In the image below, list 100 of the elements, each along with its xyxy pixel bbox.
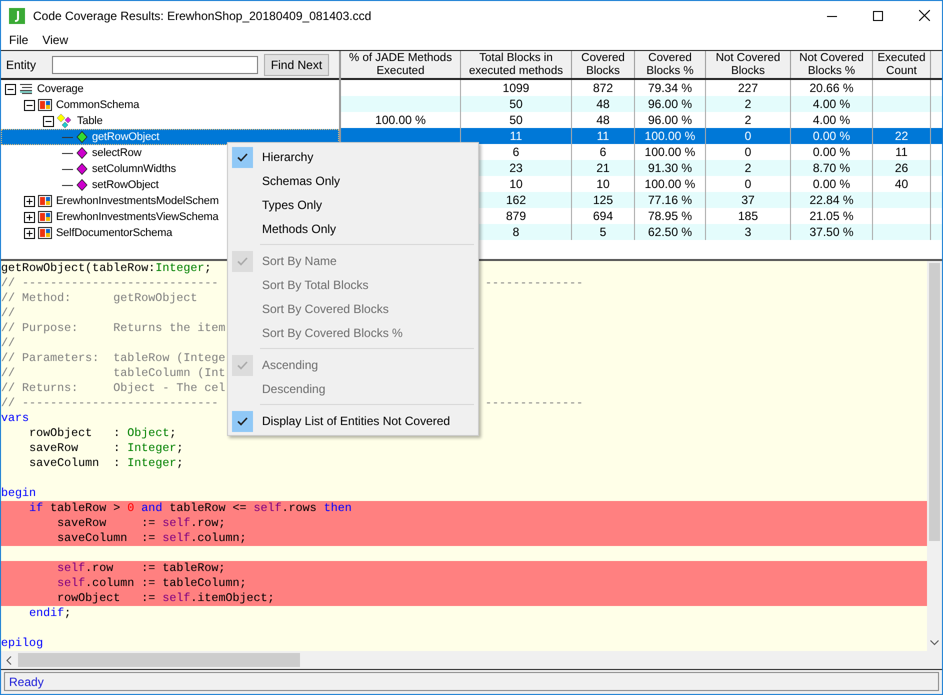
table-cell: 0 (744, 129, 752, 143)
column-header[interactable]: Total Blocks in executed methods (461, 51, 572, 78)
vertical-scrollbar[interactable] (927, 261, 942, 651)
column-header[interactable]: Executed Count (873, 51, 931, 78)
tree-item-label: selectRow (92, 147, 142, 159)
code-line: begin (1, 486, 36, 500)
table-cell: 879 (506, 209, 526, 223)
table-cell: 23 (509, 161, 523, 175)
table-cell: 0.00 % (812, 129, 850, 143)
table-cell: 50 (509, 97, 523, 111)
expander-icon[interactable] (5, 84, 16, 94)
expander-icon[interactable] (24, 212, 35, 222)
table-cell: 78.95 % (648, 209, 692, 223)
code-line: getRowObject(tableRow:Integer; (1, 261, 212, 275)
close-icon[interactable] (919, 10, 930, 21)
tree-item-label: Table (77, 115, 103, 127)
table-cell: 96.00 % (648, 97, 692, 111)
code-line: saveRow : Integer; (29, 441, 184, 455)
table-cell: 185 (738, 209, 758, 223)
table-cell: 2 (744, 113, 752, 127)
table-cell: 91.30 % (648, 161, 692, 175)
column-header[interactable]: % of JADE Methods Executed (341, 51, 461, 78)
scroll-thumb[interactable] (929, 263, 940, 541)
table-cell: 20.66 % (809, 81, 854, 95)
table-cell: 694 (592, 209, 614, 223)
table-cell: 11 (510, 129, 522, 143)
expander-icon[interactable] (24, 100, 35, 110)
checkmark-icon (237, 416, 248, 426)
scroll-left-icon[interactable] (6, 656, 12, 664)
column-header[interactable]: Not Covered Blocks (706, 51, 791, 78)
tree-row[interactable]: Coverage (1, 81, 339, 97)
code-line: // ---------------------------- (1, 276, 218, 290)
table-cell: 4.00 % (812, 97, 850, 111)
tree-item-label: Coverage (37, 83, 84, 95)
code-line: // tableColumn (Int (1, 366, 226, 380)
table-cell: 79.34 % (648, 81, 692, 95)
tree-row[interactable]: getRowObject (1, 129, 339, 145)
checkmark-icon (237, 152, 248, 162)
maximize-icon[interactable] (873, 10, 883, 20)
code-line: epilog (1, 636, 44, 650)
table-cell: 37 (741, 193, 755, 207)
menu-item[interactable]: Hierarchy (230, 145, 476, 169)
uncovered-code-line: saveRow := self.row; (57, 516, 226, 530)
column-header[interactable]: Not Covered Blocks % (791, 51, 873, 78)
app-icon (9, 8, 25, 24)
table-cell: 100.00 % (644, 129, 696, 143)
uncovered-code-line: if tableRow > 0 and tableRow <= self.rows then (29, 501, 352, 515)
table-cell: 11 (895, 145, 908, 159)
find-next-button[interactable]: Find Next (264, 54, 329, 76)
code-line: // ---------------------------- (1, 396, 218, 410)
table-cell: 77.16 % (648, 193, 692, 207)
tree-row[interactable]: CommonSchema (1, 97, 339, 113)
expander-icon[interactable] (43, 116, 54, 126)
table-cell: 872 (592, 81, 614, 95)
table-cell: 10 (596, 177, 610, 191)
table-cell: 10 (509, 177, 523, 191)
table-cell: 0 (744, 177, 752, 191)
table-cell: 21 (596, 161, 610, 175)
tree-item-label: setColumnWidths (92, 163, 176, 175)
entity-field[interactable] (52, 56, 258, 74)
table-cell: 1099 (502, 81, 530, 95)
table-cell: 22.84 % (809, 193, 854, 207)
table-cell: 100.00 % (644, 177, 696, 191)
entity-label: Entity (6, 58, 38, 72)
table-cell: 62.50 % (648, 225, 692, 239)
scroll-down-icon[interactable] (930, 640, 939, 646)
table-cell: 4.00 % (812, 113, 850, 127)
menu-item[interactable]: Types Only (230, 193, 476, 217)
tree-item-label: getRowObject (92, 131, 160, 143)
table-cell: 227 (738, 81, 758, 95)
expander-icon[interactable] (24, 228, 35, 238)
menu-item[interactable]: View (42, 33, 68, 47)
code-line: -------------- (484, 276, 584, 290)
table-cell: 96.00 % (648, 113, 692, 127)
code-line: saveColumn : Integer; (29, 456, 184, 470)
table-cell: 37.50 % (809, 225, 854, 239)
column-header[interactable]: Covered Blocks (572, 51, 635, 78)
column-header[interactable]: Covered Blocks % (635, 51, 706, 78)
code-line: rowObject : Object; (29, 426, 176, 440)
menu-item[interactable]: Methods Only (230, 217, 476, 241)
table-cell: 3 (744, 225, 752, 239)
code-line: // Parameters: tableRow (Intege (1, 351, 226, 365)
table-cell: 21.05 % (809, 209, 854, 223)
tree-row[interactable]: Table (1, 113, 339, 129)
tree-item-label: ErewhonInvestmentsModelSchem (56, 195, 219, 207)
expander-icon[interactable] (24, 196, 35, 206)
schema-icon (38, 99, 52, 111)
uncovered-code-line: saveColumn := self.column; (57, 531, 246, 545)
code-line: // (1, 306, 16, 320)
table-cell: 0.00 % (812, 145, 850, 159)
table-cell: 48 (596, 97, 610, 111)
menu-item[interactable]: Display List of Entities Not Covered (230, 409, 476, 433)
menu-item[interactable]: Schemas Only (230, 169, 476, 193)
scroll-thumb[interactable] (18, 653, 300, 667)
menu-item[interactable]: File (9, 33, 28, 47)
code-line: endif; (29, 606, 72, 620)
table-cell: 22 (894, 129, 908, 143)
table-cell: 26 (894, 161, 908, 175)
table-cell: 40 (894, 177, 908, 191)
tree-item-label: ErewhonInvestmentsViewSchema (56, 211, 219, 223)
